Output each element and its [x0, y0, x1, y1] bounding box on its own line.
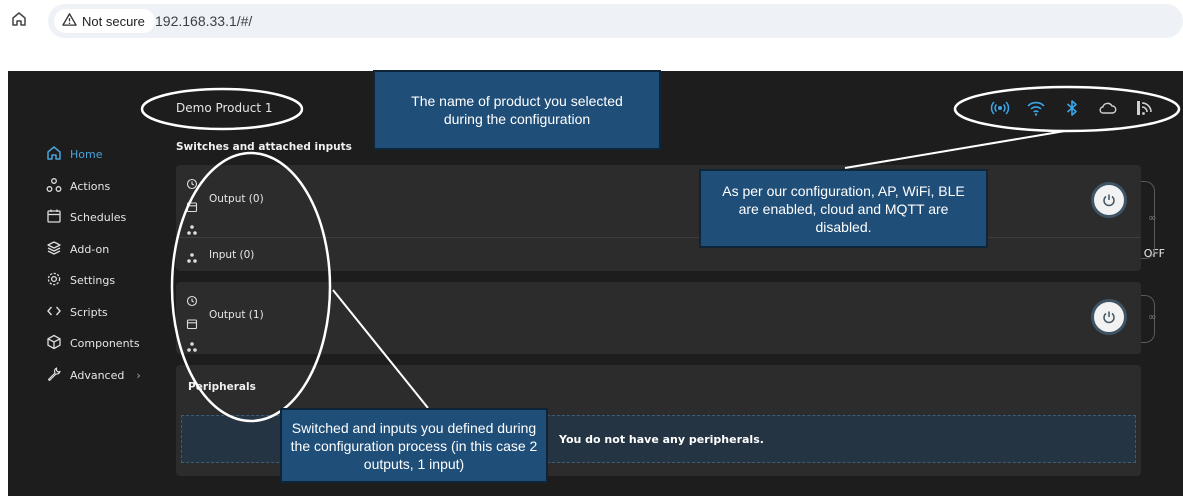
browser-home-icon[interactable] — [10, 10, 28, 28]
sidebar-item-label: Home — [70, 148, 103, 162]
peripherals-title: Peripherals — [188, 381, 256, 393]
home-icon — [46, 145, 62, 164]
sidebar-item-label: Scripts — [70, 305, 108, 319]
output-1-label[interactable]: Output (1) — [209, 309, 264, 321]
output-1-power-button[interactable] — [1091, 299, 1127, 335]
calendar-icon[interactable] — [186, 198, 198, 217]
power-icon — [1103, 311, 1115, 324]
callout-text: The name of product you selected during … — [411, 93, 623, 127]
status-icons — [989, 97, 1155, 123]
switch-card-output-0: Output (0) Input (0) — [176, 165, 1141, 271]
cloud-icon — [1097, 97, 1119, 123]
output-0-icon-group — [186, 175, 198, 240]
ap-icon — [989, 97, 1011, 123]
gear-icon — [46, 271, 62, 290]
link-icon[interactable]: ∞ — [1148, 213, 1156, 224]
input-0-label[interactable]: Input (0) — [209, 249, 254, 261]
link-icon[interactable]: ∞ — [1148, 312, 1156, 323]
clock-icon[interactable] — [186, 292, 198, 311]
peripherals-empty-text: You do not have any peripherals. — [559, 432, 764, 446]
sidebar-item-home[interactable]: Home — [46, 139, 166, 171]
row-divider — [176, 237, 1141, 238]
output-0-power-button[interactable] — [1091, 182, 1127, 218]
output-1-icon-group — [186, 292, 198, 357]
wifi-icon — [1025, 97, 1047, 123]
mqtt-icon — [1133, 97, 1155, 123]
browser-toolbar: Not secure 192.168.33.1/#/ — [0, 0, 1183, 44]
status-icons-callout: As per our configuration, AP, WiFi, BLE … — [699, 169, 988, 248]
calendar-icon — [46, 208, 62, 227]
sidebar-item-label: Add-on — [70, 242, 110, 256]
switch-card-output-1: Output (1) — [176, 282, 1141, 354]
security-label: Not secure — [82, 13, 145, 29]
sidebar-item-advanced[interactable]: Advanced › — [46, 360, 166, 392]
chevron-right-icon: › — [136, 368, 141, 382]
wrench-icon — [46, 366, 62, 385]
sidebar: Home Actions Schedules Add-on Settings S… — [46, 139, 166, 391]
sidebar-item-label: Actions — [70, 179, 111, 193]
sidebar-item-add-on[interactable]: Add-on — [46, 234, 166, 266]
sidebar-item-schedules[interactable]: Schedules — [46, 202, 166, 234]
power-icon — [1103, 194, 1115, 207]
switches-callout: Switched and inputs you defined during t… — [280, 408, 548, 483]
actions-icon — [46, 177, 62, 196]
actions-icon[interactable] — [186, 338, 198, 357]
code-icon — [46, 303, 62, 322]
product-name: Demo Product 1 — [176, 101, 273, 115]
sidebar-item-actions[interactable]: Actions — [46, 171, 166, 203]
sidebar-item-components[interactable]: Components — [46, 328, 166, 360]
bluetooth-icon — [1061, 97, 1083, 123]
cube-icon — [46, 334, 62, 353]
address-bar[interactable]: Not secure 192.168.33.1/#/ — [48, 4, 1183, 38]
actions-icon[interactable] — [186, 249, 198, 268]
security-chip[interactable]: Not secure — [54, 9, 155, 33]
clock-icon[interactable] — [186, 175, 198, 194]
sidebar-item-settings[interactable]: Settings — [46, 265, 166, 297]
layers-icon — [46, 240, 62, 259]
warning-icon — [62, 12, 77, 30]
sidebar-item-label: Components — [70, 337, 140, 351]
sidebar-item-label: Advanced — [70, 368, 125, 382]
output-0-label[interactable]: Output (0) — [209, 193, 264, 205]
sidebar-item-label: Settings — [70, 274, 116, 288]
product-name-callout: The name of product you selected during … — [373, 70, 661, 150]
callout-text: As per our configuration, AP, WiFi, BLE … — [722, 182, 965, 235]
sidebar-item-label: Schedules — [70, 211, 127, 225]
callout-text: Switched and inputs you defined during t… — [290, 419, 538, 472]
url-text[interactable]: 192.168.33.1/#/ — [155, 13, 252, 29]
section-title: Switches and attached inputs — [176, 141, 352, 153]
sidebar-item-scripts[interactable]: Scripts — [46, 297, 166, 329]
calendar-icon[interactable] — [186, 315, 198, 334]
